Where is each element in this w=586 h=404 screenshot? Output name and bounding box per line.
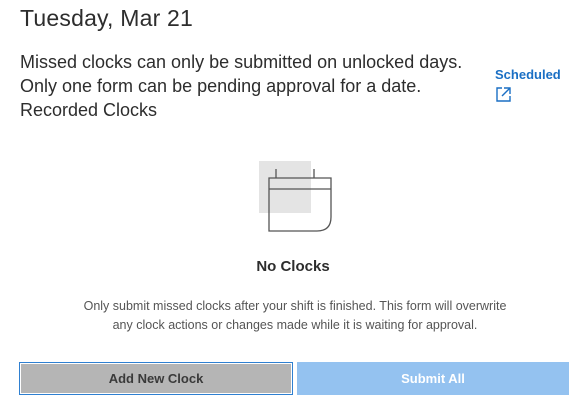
page-title: Tuesday, Mar 21 bbox=[20, 5, 194, 31]
empty-state-title: No Clocks bbox=[256, 258, 330, 275]
empty-state-description-line2: any clock actions or changes made while … bbox=[112, 318, 478, 332]
add-new-clock-button[interactable]: Add New Clock bbox=[19, 362, 293, 395]
recorded-clocks-heading: Recorded Clocks bbox=[20, 100, 158, 120]
info-line-unlocked-days: Missed clocks can only be submitted on u… bbox=[20, 52, 463, 72]
missed-clocks-panel: Tuesday, Mar 21 Missed clocks can only b… bbox=[0, 0, 586, 404]
external-link-icon bbox=[496, 87, 511, 102]
submit-all-button[interactable]: Submit All bbox=[297, 362, 569, 395]
empty-state-description-line1: Only submit missed clocks after your shi… bbox=[83, 299, 507, 313]
calendar-icon bbox=[259, 161, 332, 232]
scheduled-link[interactable]: Scheduled bbox=[495, 67, 561, 103]
empty-state-description: Only submit missed clocks after your shi… bbox=[50, 297, 540, 335]
info-line-pending-approval: Only one form can be pending approval fo… bbox=[20, 76, 422, 96]
info-text: Missed clocks can only be submitted on u… bbox=[20, 50, 462, 122]
scheduled-link-label: Scheduled bbox=[495, 67, 561, 82]
